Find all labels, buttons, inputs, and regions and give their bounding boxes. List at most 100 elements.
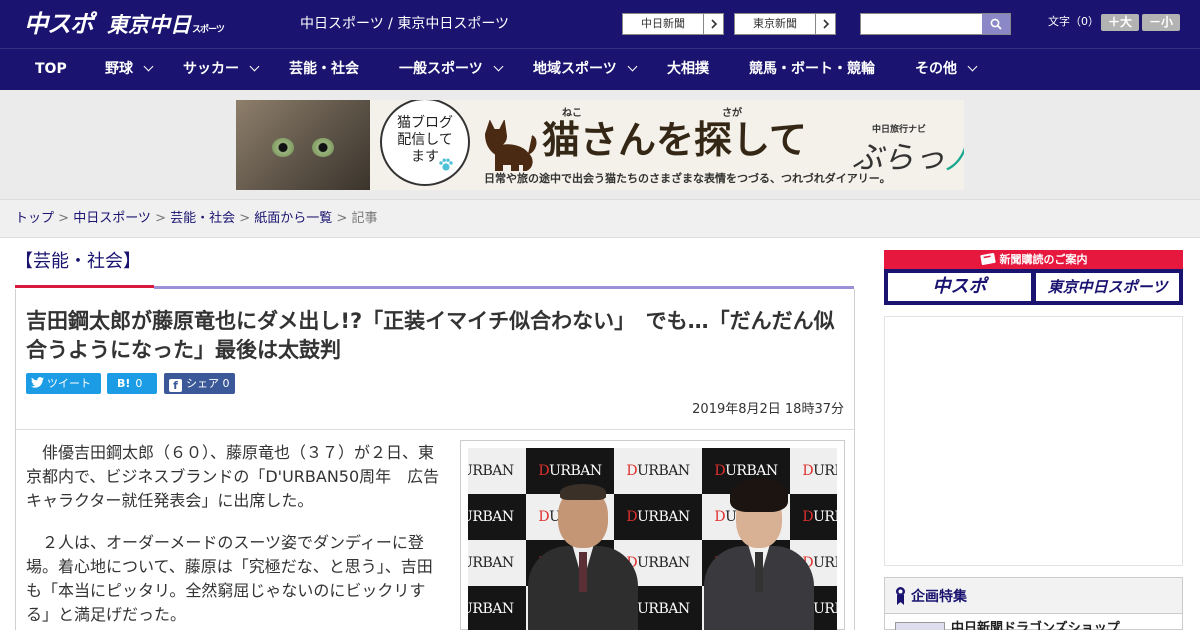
cat-eye bbox=[312, 138, 334, 157]
banner-area: 猫ブログ 配信して ます ねこ さが 猫さんを探して 中日旅行ナビ ぶらっ人 日… bbox=[0, 90, 1200, 200]
main-nav: TOP 野球 サッカー 芸能・社会 一般スポーツ 地域スポーツ 大相撲 競馬・ボ… bbox=[0, 48, 1200, 90]
font-size-decrease-button[interactable]: －小 bbox=[1142, 14, 1180, 31]
cat-blog-banner[interactable]: 猫ブログ 配信して ます ねこ さが 猫さんを探して 中日旅行ナビ ぶらっ人 日… bbox=[236, 100, 964, 190]
paw-icon bbox=[439, 158, 453, 171]
breadcrumb-link-entertainment[interactable]: 芸能・社会 bbox=[170, 211, 235, 226]
article-divider bbox=[16, 429, 854, 430]
nav-label: 競馬・ボート・競輪 bbox=[749, 61, 875, 77]
facebook-share-button[interactable]: f シェア 0 bbox=[164, 373, 235, 394]
nav-item-general-sports[interactable]: 一般スポーツ bbox=[399, 49, 504, 91]
nav-label: 地域スポーツ bbox=[533, 61, 617, 77]
person-left bbox=[528, 482, 638, 630]
nav-item-baseball[interactable]: 野球 bbox=[105, 49, 154, 91]
banner-title: 猫さんを探して bbox=[542, 118, 807, 162]
speech-bubble: 猫ブログ 配信して ます bbox=[380, 100, 470, 186]
special-features-header: 企画特集 bbox=[885, 578, 1182, 614]
article-title: 吉田鋼太郎が藤原竜也にダメ出し!?「正装イマイチ似合わない」 でも…「だんだん似… bbox=[26, 309, 835, 362]
advertisement-slot bbox=[884, 316, 1183, 566]
search-input[interactable] bbox=[861, 14, 983, 34]
nav-label: サッカー bbox=[183, 61, 239, 77]
chevron-right-icon bbox=[815, 14, 835, 34]
search-icon bbox=[990, 18, 1002, 30]
nav-item-top[interactable]: TOP bbox=[35, 49, 67, 91]
nav-label: TOP bbox=[35, 61, 67, 77]
chevron-down-icon bbox=[249, 61, 260, 72]
tokyo-shimbun-label: 東京新聞 bbox=[753, 17, 797, 30]
article-body: 俳優吉田鋼太郎（６０）、藤原竜也（３７）が２日、東京都内で、ビジネスブランドの「… bbox=[26, 441, 444, 630]
tweet-label: ツイート bbox=[47, 377, 91, 390]
search-box bbox=[860, 13, 1011, 35]
subscription-header-text: 新聞購読のご案内 bbox=[999, 253, 1088, 266]
cat-eye bbox=[272, 138, 294, 157]
nav-item-soccer[interactable]: サッカー bbox=[183, 49, 260, 91]
banner-ruby-1: ねこ bbox=[562, 108, 582, 119]
sidebar: 新聞購読のご案内 中スポ 東京中日スポーツ 企画特集 中日新聞ドラゴンズショップ bbox=[884, 250, 1184, 630]
article-photo[interactable]: DURBAN DURBAN DURBAN DURBAN DURBAN DURBA… bbox=[460, 440, 845, 630]
banner-subtitle: 日常や旅の途中で出会う猫たちのさまざまな表情をつづる、つれづれダイアリー。 bbox=[484, 172, 891, 185]
nav-item-entertainment[interactable]: 芸能・社会 bbox=[289, 49, 359, 91]
breadcrumb-link-chunichi-sports[interactable]: 中日スポーツ bbox=[73, 211, 151, 226]
twitter-bird-icon bbox=[31, 377, 44, 388]
chunichi-shimbun-label: 中日新聞 bbox=[641, 17, 685, 30]
backdrop-logo: DURBAN bbox=[468, 586, 526, 630]
dragons-shop-thumbnail[interactable] bbox=[895, 622, 945, 630]
section-title: 【芸能・社会】 bbox=[15, 248, 154, 288]
chunichi-shimbun-link[interactable]: 中日新聞 bbox=[622, 13, 724, 35]
chevron-down-icon bbox=[967, 61, 978, 72]
site-names: 中日スポーツ / 東京中日スポーツ bbox=[300, 16, 510, 32]
newspaper-icon bbox=[979, 253, 996, 265]
special-features-box: 企画特集 中日新聞ドラゴンズショップ bbox=[884, 577, 1183, 630]
person-right bbox=[704, 478, 814, 630]
site-header: 中スポ 東京中日スポーツ 中日スポーツ / 東京中日スポーツ 中日新聞 東京新聞 … bbox=[0, 0, 1200, 48]
nav-label: 一般スポーツ bbox=[399, 61, 483, 77]
chevron-right-icon bbox=[703, 14, 723, 34]
chevron-down-icon bbox=[627, 61, 638, 72]
nav-label: 大相撲 bbox=[667, 61, 709, 77]
cat-photo bbox=[236, 100, 370, 190]
font-size-increase-button[interactable]: ＋大 bbox=[1101, 14, 1139, 31]
logo-chuspo: 中スポ bbox=[24, 10, 94, 38]
tweet-button[interactable]: ツイート bbox=[26, 373, 101, 394]
nav-item-racing[interactable]: 競馬・ボート・競輪 bbox=[749, 49, 875, 91]
facebook-share-label: シェア bbox=[186, 377, 219, 390]
subscribe-chuspo-button[interactable]: 中スポ bbox=[888, 273, 1031, 301]
bubble-text: 猫ブログ 配信して ます bbox=[397, 115, 453, 165]
nav-label: 野球 bbox=[105, 61, 133, 77]
nav-label: その他 bbox=[915, 61, 957, 77]
search-button[interactable] bbox=[982, 14, 1010, 34]
navi-logo-char: 人 bbox=[945, 140, 964, 176]
subscription-header: 新聞購読のご案内 bbox=[884, 250, 1183, 269]
hatena-count: 0 bbox=[135, 377, 143, 390]
subscription-box: 新聞購読のご案内 中スポ 東京中日スポーツ bbox=[884, 250, 1183, 305]
article-paragraph: 俳優吉田鋼太郎（６０）、藤原竜也（３７）が２日、東京都内で、ビジネスブランドの「… bbox=[26, 443, 440, 510]
backdrop-logo: DURBAN bbox=[468, 494, 526, 540]
chevron-down-icon bbox=[493, 61, 504, 72]
nav-item-other[interactable]: その他 bbox=[915, 49, 978, 91]
tokyo-shimbun-link[interactable]: 東京新聞 bbox=[734, 13, 836, 35]
banner-ruby-2: さが bbox=[722, 108, 742, 119]
award-ribbon-icon bbox=[896, 587, 905, 605]
press-event-photo: DURBAN DURBAN DURBAN DURBAN DURBAN DURBA… bbox=[468, 448, 837, 630]
hatena-icon: B! bbox=[117, 377, 131, 390]
logo-tokyo-chunichi: 東京中日 bbox=[107, 13, 191, 37]
font-size-label: 文字（0） bbox=[1048, 15, 1099, 28]
cat-silhouette-icon bbox=[484, 120, 537, 171]
facebook-count: 0 bbox=[222, 377, 230, 390]
dragons-shop-link[interactable]: 中日新聞ドラゴンズショップ bbox=[951, 620, 1120, 630]
nav-label: 芸能・社会 bbox=[289, 61, 359, 77]
backdrop-logo: DURBAN bbox=[468, 448, 526, 494]
nav-item-sumo[interactable]: 大相撲 bbox=[667, 49, 709, 91]
nav-item-local-sports[interactable]: 地域スポーツ bbox=[533, 49, 638, 91]
article-date: 2019年8月2日 18時37分 bbox=[692, 402, 844, 417]
logo-sports-small: スポーツ bbox=[192, 25, 225, 35]
breadcrumb-current: 記事 bbox=[351, 211, 378, 226]
backdrop-logo: DURBAN bbox=[468, 540, 526, 586]
site-logo[interactable]: 中スポ 東京中日スポーツ bbox=[24, 8, 225, 40]
chevron-down-icon bbox=[143, 61, 154, 72]
breadcrumb-link-top[interactable]: トップ bbox=[15, 211, 54, 226]
hatena-bookmark-button[interactable]: B! 0 bbox=[107, 373, 157, 394]
article: 吉田鋼太郎が藤原竜也にダメ出し!?「正装イマイチ似合わない」 でも…「だんだん似… bbox=[15, 289, 855, 630]
breadcrumb-link-paper-list[interactable]: 紙面から一覧 bbox=[254, 211, 332, 226]
subscribe-tokyo-chunichi-button[interactable]: 東京中日スポーツ bbox=[1036, 273, 1179, 301]
article-paragraph: ２人は、オーダーメードのスーツ姿でダンディーに登場。着心地について、藤原は「究極… bbox=[26, 533, 433, 624]
